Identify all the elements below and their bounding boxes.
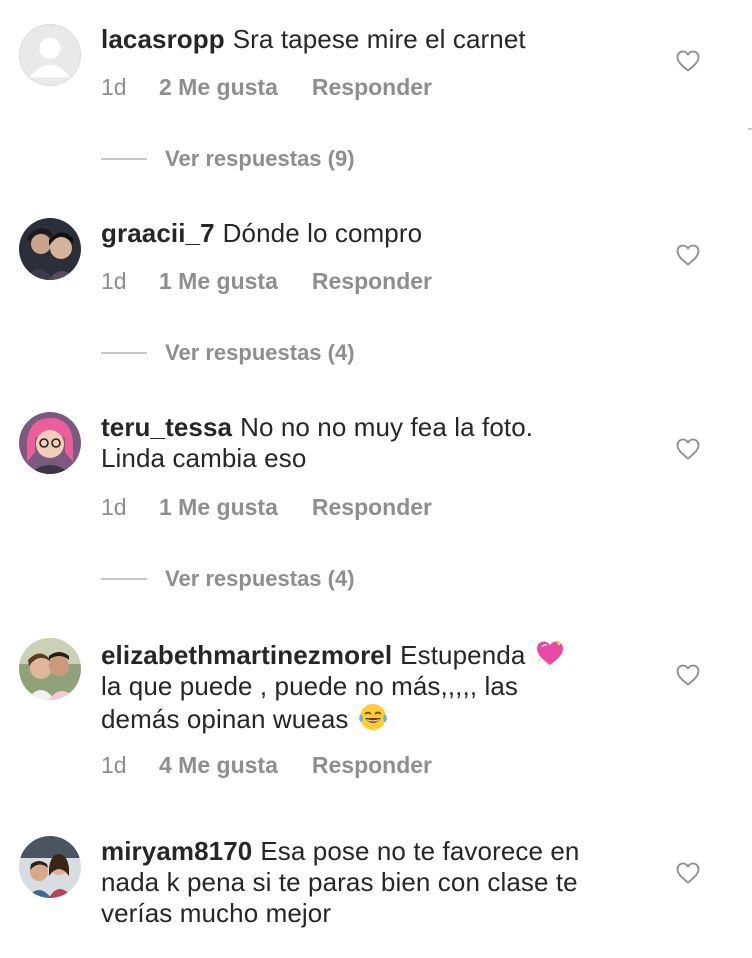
- comment-body-part3: demás opinan wueas: [101, 704, 349, 734]
- heart-outline-icon[interactable]: [676, 664, 700, 686]
- avatar[interactable]: [19, 218, 81, 280]
- comment-username[interactable]: miryam8170: [101, 836, 252, 866]
- comment-meta: 1d 2 Me gusta Responder: [101, 74, 432, 101]
- comment-text: graacii_7 Dónde lo compro: [101, 218, 641, 249]
- comment-timestamp: 1d: [101, 268, 127, 294]
- tears-of-joy-emoji: [359, 704, 387, 730]
- reply-button[interactable]: Responder: [312, 752, 432, 779]
- comment-body: Dónde lo compro: [222, 218, 423, 248]
- comment-text: elizabethmartinezmorel Estupenda la que p…: [101, 638, 641, 735]
- scroll-indicator: [748, 128, 752, 130]
- comment-body-part1: Estupenda: [400, 640, 526, 670]
- comment-text: miryam8170 Esa pose no te favorece en nad…: [101, 836, 641, 929]
- likes-count[interactable]: 1 Me gusta: [159, 268, 278, 295]
- heart-outline-icon[interactable]: [676, 862, 700, 884]
- comment-username[interactable]: graacii_7: [101, 218, 215, 248]
- heart-outline-icon[interactable]: [676, 244, 700, 266]
- comment-meta: 1d 1 Me gusta Responder: [101, 268, 432, 295]
- comment-body: Sra tapese mire el carnet: [232, 24, 526, 54]
- heart-outline-icon[interactable]: [676, 438, 700, 460]
- comment-body-line1: No no no muy fea la foto.: [240, 412, 534, 442]
- replies-divider: [101, 158, 147, 160]
- comment-meta: 1d 1 Me gusta Responder: [101, 494, 432, 521]
- avatar[interactable]: [19, 412, 81, 474]
- comment-body-line1: Esa pose no te favorece en: [260, 836, 580, 866]
- view-replies-label: Ver respuestas (9): [165, 146, 355, 171]
- comment-username[interactable]: elizabethmartinezmorel: [101, 640, 392, 670]
- comment-text: teru_tessa No no no muy fea la foto. Lind…: [101, 412, 641, 474]
- comment-text: lacasropp Sra tapese mire el carnet: [101, 24, 641, 55]
- view-replies-button[interactable]: Ver respuestas (9): [101, 146, 355, 172]
- comment-body-line2: Linda cambia eso: [101, 443, 307, 473]
- reply-button[interactable]: Responder: [312, 74, 432, 101]
- comment-timestamp: 1d: [101, 494, 127, 520]
- view-replies-label: Ver respuestas (4): [165, 566, 355, 591]
- heart-outline-icon[interactable]: [676, 50, 700, 72]
- reply-button[interactable]: Responder: [312, 268, 432, 295]
- view-replies-button[interactable]: Ver respuestas (4): [101, 340, 355, 366]
- comment-body-line3: verías mucho mejor: [101, 898, 332, 928]
- reply-button[interactable]: Responder: [312, 494, 432, 521]
- likes-count[interactable]: 4 Me gusta: [159, 752, 278, 779]
- comment-meta: 1d 4 Me gusta Responder: [101, 752, 432, 779]
- replies-divider: [101, 352, 147, 354]
- avatar[interactable]: [19, 638, 81, 700]
- view-replies-label: Ver respuestas (4): [165, 340, 355, 365]
- comment-timestamp: 1d: [101, 74, 127, 100]
- comment-body-line2: nada k pena si te paras bien con clase t…: [101, 867, 578, 897]
- comment-username[interactable]: lacasropp: [101, 24, 225, 54]
- likes-count[interactable]: 2 Me gusta: [159, 74, 278, 101]
- comment-timestamp: 1d: [101, 752, 127, 778]
- replies-divider: [101, 578, 147, 580]
- sparkling-heart-emoji: [536, 640, 563, 665]
- view-replies-button[interactable]: Ver respuestas (4): [101, 566, 355, 592]
- avatar[interactable]: [19, 836, 81, 898]
- default-profile-icon[interactable]: [19, 24, 81, 86]
- comment-body-part2: la que puede , puede no más,,,,, las: [101, 671, 518, 701]
- comment-username[interactable]: teru_tessa: [101, 412, 232, 442]
- likes-count[interactable]: 1 Me gusta: [159, 494, 278, 521]
